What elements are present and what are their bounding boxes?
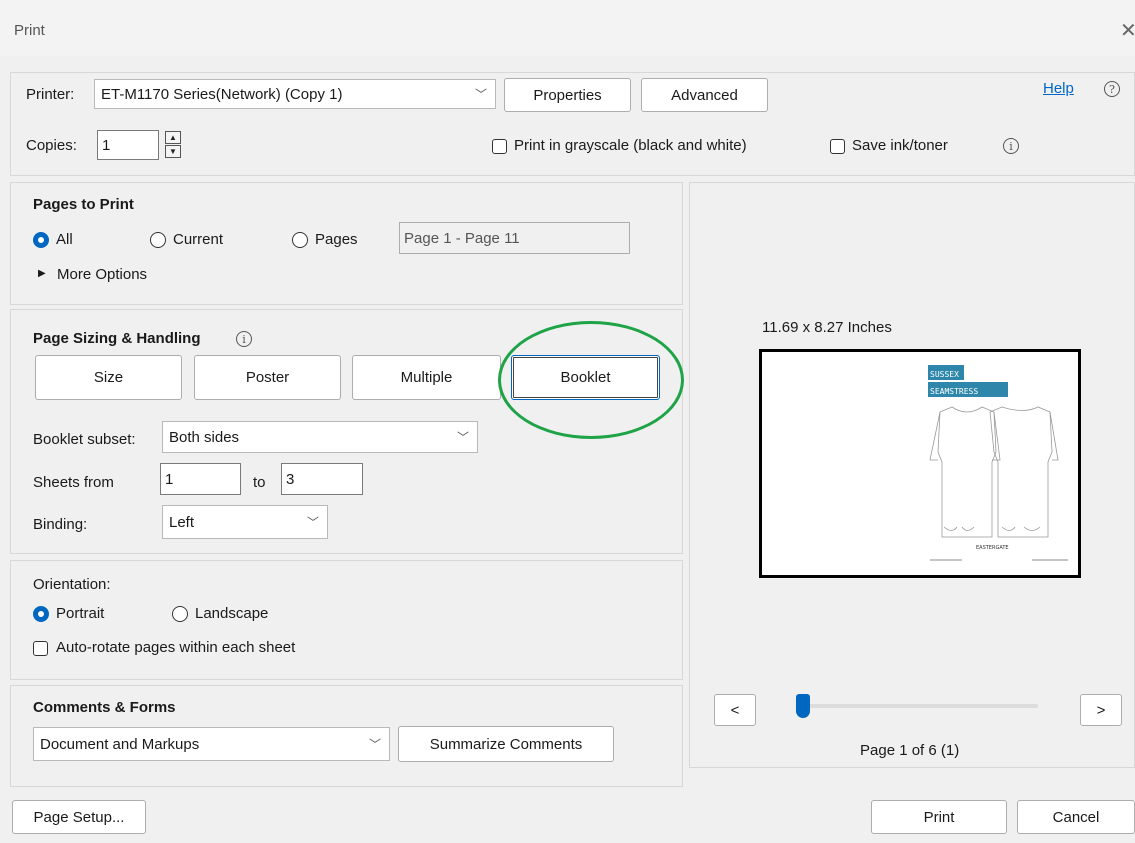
sheets-to-input[interactable]: 3 bbox=[281, 463, 363, 495]
print-button[interactable]: Print bbox=[871, 800, 1007, 834]
current-label: Current bbox=[173, 231, 224, 248]
doc-caption: EASTERGATE bbox=[976, 545, 1009, 551]
size-button[interactable]: Size bbox=[35, 355, 182, 400]
sizing-info-icon[interactable]: i bbox=[236, 331, 252, 347]
doc-title-line2: SEAMSTRESS bbox=[930, 387, 978, 396]
landscape-label: Landscape bbox=[195, 605, 269, 622]
comments-value: Document and Markups bbox=[40, 735, 200, 753]
binding-label: Binding: bbox=[33, 516, 88, 533]
comments-select[interactable]: Document and Markups ﹀ bbox=[33, 727, 390, 761]
doc-title-line1: SUSSEX bbox=[930, 370, 959, 379]
pages-radio[interactable] bbox=[292, 232, 308, 248]
help-icon[interactable]: ? bbox=[1104, 81, 1120, 97]
chevron-down-icon: ﹀ bbox=[474, 87, 487, 102]
page-slider-track[interactable] bbox=[796, 704, 1038, 708]
close-icon[interactable]: ✕ bbox=[1120, 18, 1135, 43]
expand-arrow-icon[interactable]: ▶ bbox=[38, 268, 46, 279]
summarize-comments-button[interactable]: Summarize Comments bbox=[398, 726, 614, 762]
landscape-radio[interactable] bbox=[172, 606, 188, 622]
garment-drawing bbox=[929, 406, 1059, 538]
save-ink-label: Save ink/toner bbox=[852, 137, 948, 154]
auto-rotate-checkbox[interactable] bbox=[33, 641, 48, 656]
copies-down-icon[interactable]: ▼ bbox=[165, 145, 181, 158]
sheets-from-label: Sheets from bbox=[33, 474, 114, 491]
preview-document-svg: SUSSEX SEAMSTRESS EASTERGATE bbox=[928, 365, 1068, 561]
advanced-button[interactable]: Advanced bbox=[641, 78, 768, 112]
sheets-from-input[interactable]: 1 bbox=[160, 463, 241, 495]
page-slider-thumb[interactable] bbox=[796, 694, 810, 718]
cancel-button[interactable]: Cancel bbox=[1017, 800, 1135, 834]
orientation-heading: Orientation: bbox=[33, 576, 111, 593]
orientation-panel bbox=[10, 560, 683, 680]
grayscale-checkbox[interactable] bbox=[492, 139, 507, 154]
chevron-down-icon: ﹀ bbox=[306, 515, 319, 530]
booklet-subset-select[interactable]: Both sides ﹀ bbox=[162, 421, 478, 453]
portrait-radio[interactable] bbox=[33, 606, 49, 622]
page-range-input[interactable]: Page 1 - Page 11 bbox=[399, 222, 630, 254]
save-ink-info-icon[interactable]: i bbox=[1003, 138, 1019, 154]
paper-size-text: 11.69 x 8.27 Inches bbox=[762, 319, 892, 336]
properties-button[interactable]: Properties bbox=[504, 78, 631, 112]
preview-page: SUSSEX SEAMSTRESS EASTERGATE bbox=[759, 349, 1081, 578]
window-title: Print bbox=[14, 22, 45, 39]
page-sizing-heading: Page Sizing & Handling bbox=[33, 330, 201, 347]
copies-label: Copies: bbox=[26, 137, 77, 154]
more-options-toggle[interactable]: More Options bbox=[57, 266, 147, 283]
pages-label: Pages bbox=[315, 231, 358, 248]
prev-page-button[interactable]: < bbox=[714, 694, 756, 726]
chevron-down-icon: ﹀ bbox=[368, 737, 381, 752]
binding-select[interactable]: Left ﹀ bbox=[162, 505, 328, 539]
printer-select[interactable]: ET-M1170 Series(Network) (Copy 1) ﹀ bbox=[94, 79, 496, 109]
chevron-down-icon: ﹀ bbox=[456, 430, 469, 445]
auto-rotate-label: Auto-rotate pages within each sheet bbox=[56, 639, 296, 656]
portrait-label: Portrait bbox=[56, 605, 105, 622]
comments-heading: Comments & Forms bbox=[33, 699, 176, 716]
next-page-button[interactable]: > bbox=[1080, 694, 1122, 726]
booklet-subset-value: Both sides bbox=[169, 428, 240, 446]
copies-input[interactable]: 1 bbox=[97, 130, 159, 160]
current-radio[interactable] bbox=[150, 232, 166, 248]
poster-button[interactable]: Poster bbox=[194, 355, 341, 400]
title-bar bbox=[0, 0, 1135, 56]
copies-up-icon[interactable]: ▲ bbox=[165, 131, 181, 144]
page-indicator: Page 1 of 6 (1) bbox=[860, 742, 960, 759]
printer-select-value: ET-M1170 Series(Network) (Copy 1) bbox=[101, 85, 343, 103]
grayscale-label: Print in grayscale (black and white) bbox=[514, 137, 747, 154]
multiple-button[interactable]: Multiple bbox=[352, 355, 501, 400]
pages-to-print-heading: Pages to Print bbox=[33, 196, 134, 213]
sheets-to-label: to bbox=[253, 474, 266, 491]
printer-label: Printer: bbox=[26, 86, 75, 103]
booklet-subset-label: Booklet subset: bbox=[33, 431, 136, 448]
all-radio[interactable] bbox=[33, 232, 49, 248]
save-ink-checkbox[interactable] bbox=[830, 139, 845, 154]
binding-value: Left bbox=[169, 513, 195, 531]
all-label: All bbox=[56, 231, 73, 248]
page-setup-button[interactable]: Page Setup... bbox=[12, 800, 146, 834]
booklet-button[interactable]: Booklet bbox=[511, 355, 660, 400]
help-link[interactable]: Help bbox=[1043, 80, 1074, 97]
